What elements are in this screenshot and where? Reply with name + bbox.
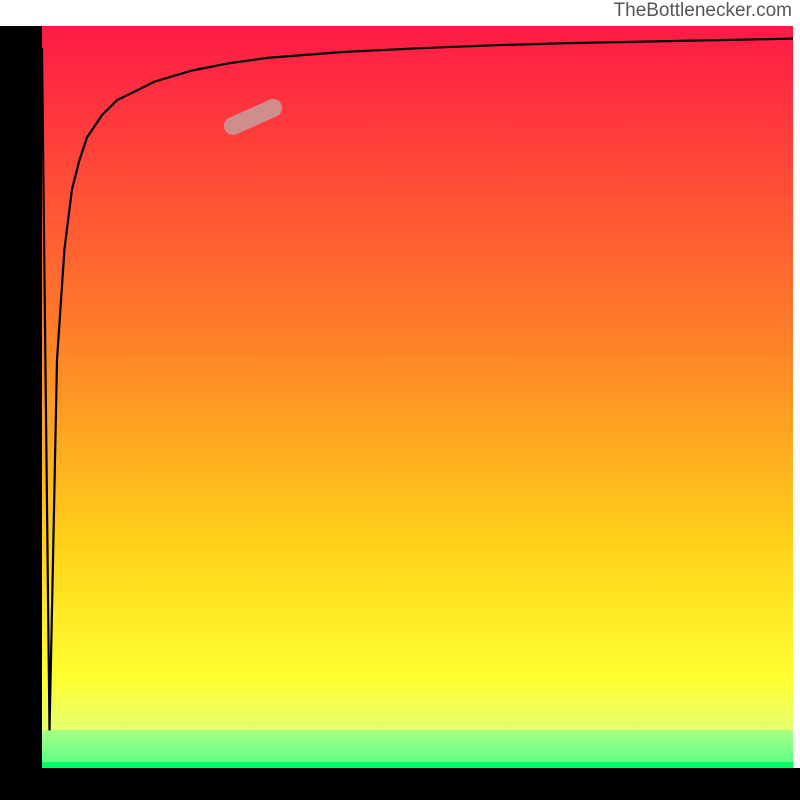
plot-background [42,26,793,768]
axis-bottom [0,768,800,800]
green-bottom-line [42,762,793,768]
axis-left [0,26,42,800]
